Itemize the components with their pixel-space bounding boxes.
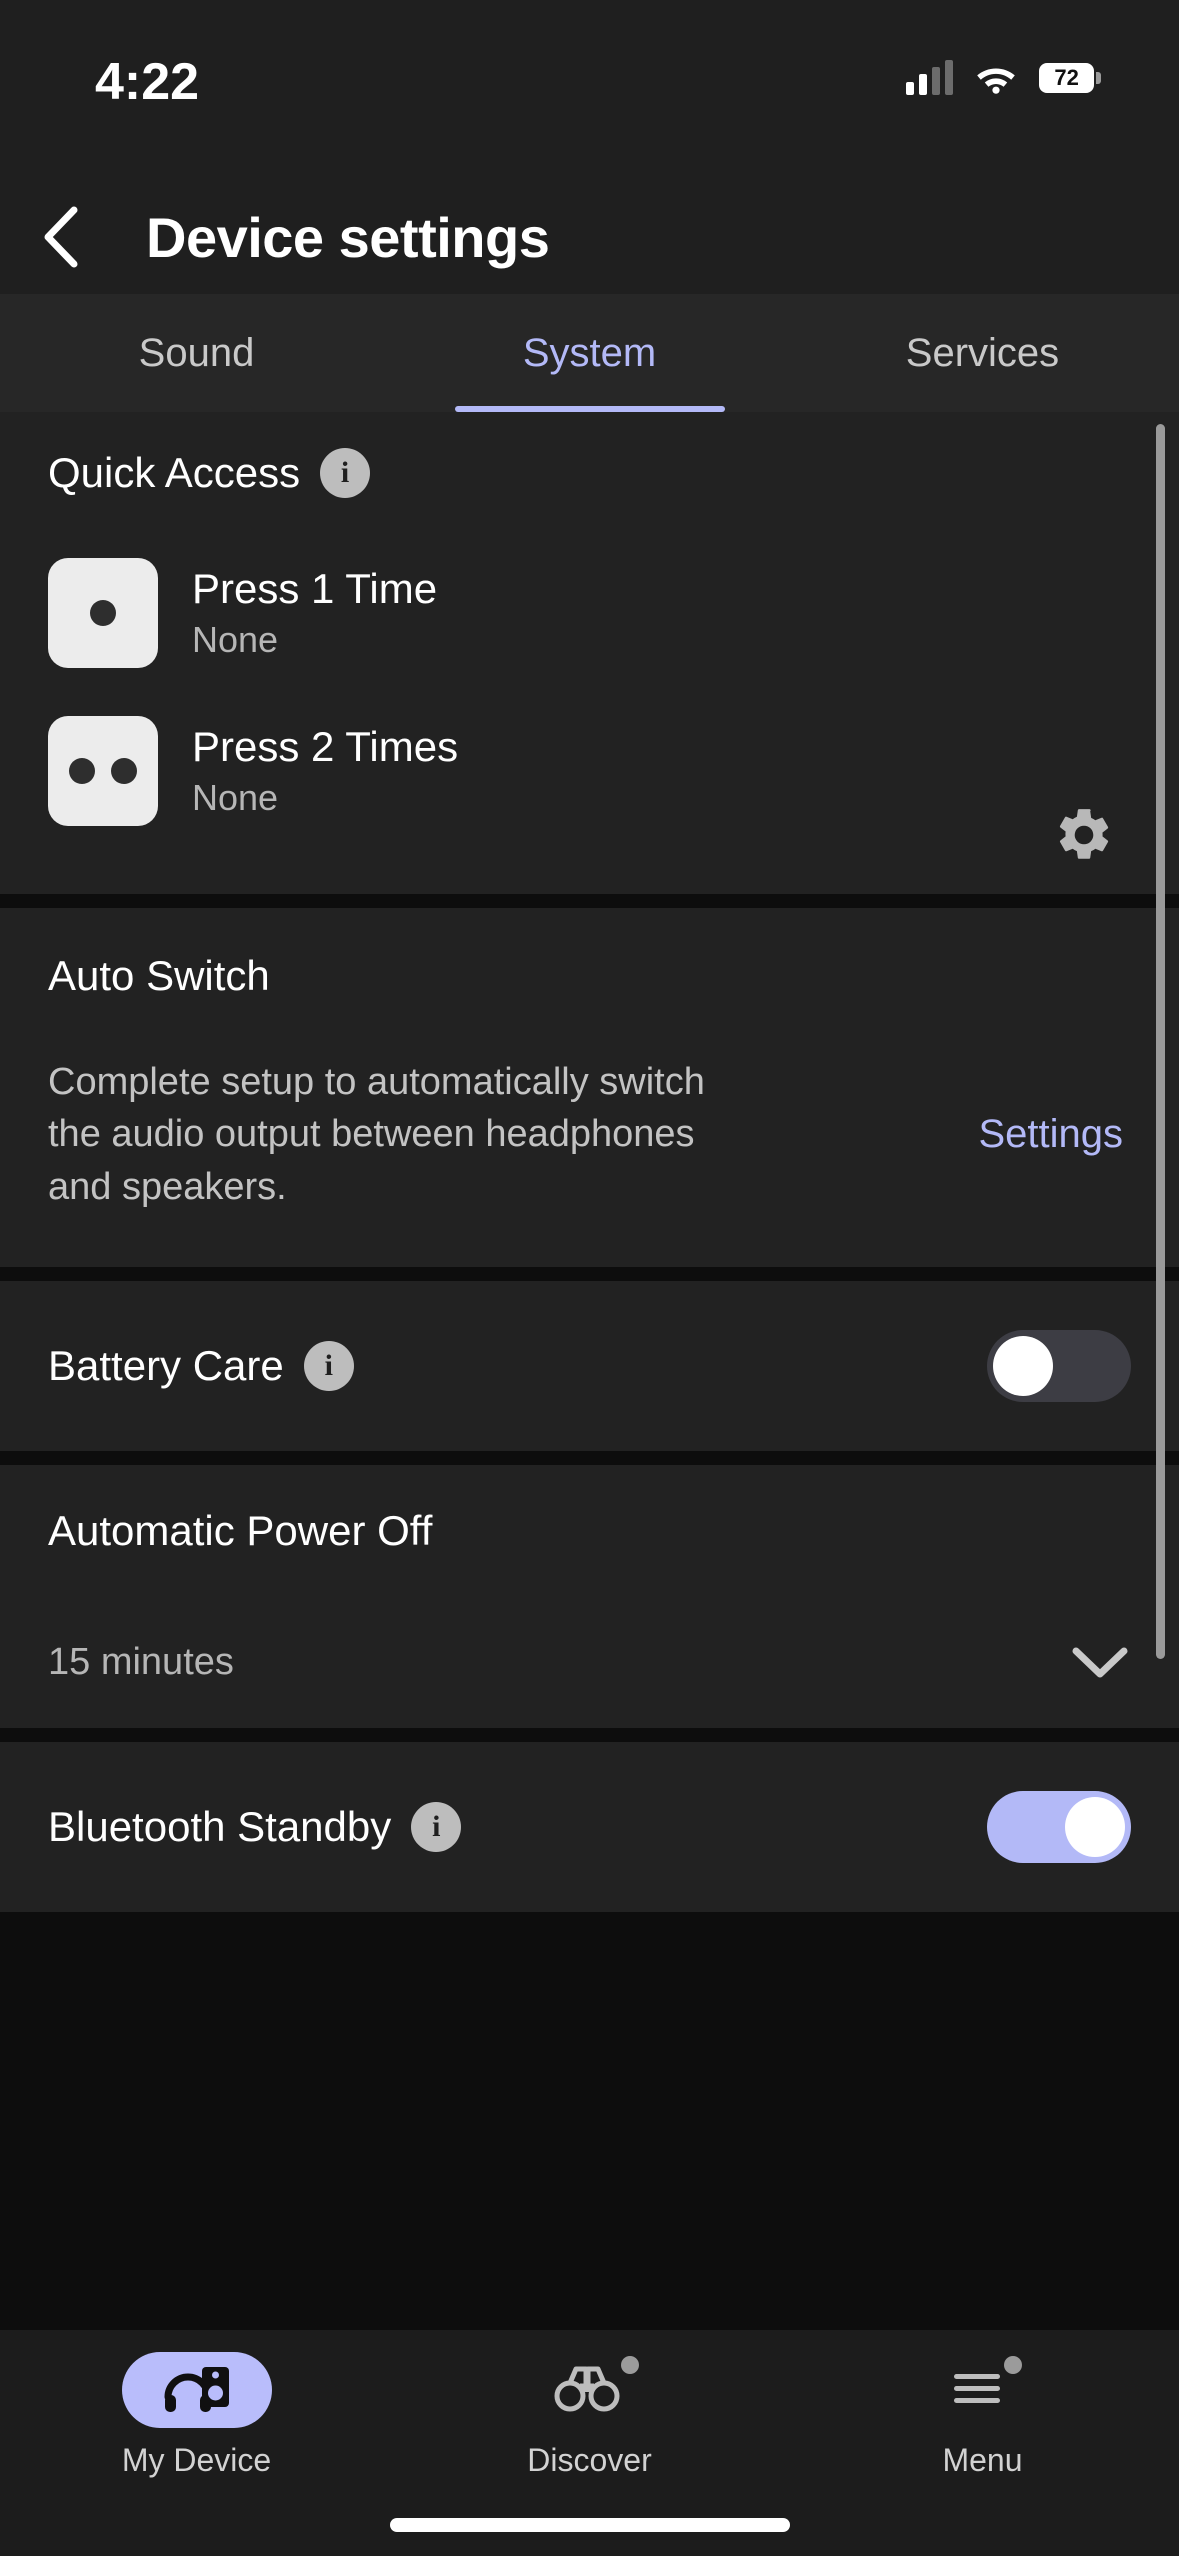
home-indicator (389, 2518, 790, 2532)
one-dot-icon (48, 558, 158, 668)
binoculars-icon (552, 2362, 628, 2419)
navigation-header: Device settings (0, 180, 1179, 294)
status-bar: 4:22 72 (0, 0, 1179, 180)
nav-item-discover[interactable]: Discover (393, 2352, 786, 2479)
section-divider (0, 1267, 1179, 1282)
headphones-speaker-icon (162, 2361, 232, 2420)
chevron-left-icon (44, 206, 78, 268)
automatic-power-off-value: 15 minutes (48, 1641, 234, 1684)
nav-item-discover-label: Discover (527, 2442, 652, 2478)
section-divider (0, 1728, 1179, 1743)
automatic-power-off-dropdown-button[interactable] (1069, 1643, 1131, 1683)
bluetooth-standby-card: Bluetooth Standby i (0, 1742, 1179, 1913)
settings-scroll-area[interactable]: Quick Access i Press 1 Time None Press 2… (0, 412, 1179, 2330)
back-button[interactable] (14, 180, 106, 294)
battery-level-text: 72 (1054, 65, 1079, 90)
nav-item-my-device-label: My Device (121, 2442, 272, 2478)
wifi-icon (975, 62, 1017, 94)
nav-item-my-device[interactable]: My Device (0, 2352, 393, 2479)
gear-icon (1059, 809, 1109, 859)
press-2-label: Press 2 Times (192, 723, 459, 770)
automatic-power-off-title: Automatic Power Off (48, 1507, 433, 1555)
info-icon[interactable]: i (320, 448, 371, 498)
app-screen: 4:22 72 Device settings Sound System Ser… (0, 0, 1179, 2556)
tab-bar: Sound System Services (0, 294, 1179, 412)
tab-services[interactable]: Services (786, 294, 1179, 412)
battery-care-label: Battery Care (48, 1342, 284, 1390)
cellular-signal-icon (906, 60, 953, 95)
two-dots-icon (48, 716, 158, 826)
page-title: Device settings (146, 205, 550, 269)
quick-access-title: Quick Access (48, 449, 301, 496)
section-divider (0, 894, 1179, 908)
hamburger-menu-icon (952, 2366, 1014, 2415)
press-1-label: Press 1 Time (192, 565, 438, 612)
press-2-value: None (192, 777, 279, 818)
tab-system-label: System (522, 330, 657, 375)
tab-sound[interactable]: Sound (0, 294, 393, 412)
quick-access-row-press-2[interactable]: Press 2 Times None (0, 692, 1179, 850)
bluetooth-standby-toggle[interactable] (987, 1791, 1131, 1864)
status-bar-indicators: 72 (906, 52, 1101, 104)
vertical-scrollbar[interactable] (1156, 424, 1165, 1659)
quick-access-settings-button[interactable] (1049, 800, 1119, 870)
nav-item-menu-label: Menu (942, 2442, 1023, 2478)
press-1-value: None (192, 619, 279, 660)
tab-services-label: Services (905, 330, 1060, 375)
section-divider (0, 1451, 1179, 1466)
tab-sound-label: Sound (138, 330, 255, 375)
info-icon[interactable]: i (303, 1341, 354, 1392)
battery-icon: 72 (1039, 61, 1101, 95)
auto-switch-title: Auto Switch (48, 952, 270, 999)
status-bar-time: 4:22 (95, 53, 200, 111)
battery-care-toggle[interactable] (987, 1330, 1131, 1403)
auto-switch-description: Complete setup to automatically switch t… (48, 1061, 705, 1208)
auto-switch-settings-link[interactable]: Settings (978, 1112, 1131, 1157)
quick-access-row-press-1[interactable]: Press 1 Time None (0, 534, 1179, 692)
quick-access-card: Quick Access i Press 1 Time None Press 2… (0, 412, 1179, 894)
auto-switch-card: Auto Switch Complete setup to automatica… (0, 908, 1179, 1268)
tab-system[interactable]: System (393, 294, 786, 412)
nav-item-menu[interactable]: Menu (786, 2352, 1179, 2479)
battery-care-card: Battery Care i (0, 1281, 1179, 1452)
quick-access-header: Quick Access i (0, 448, 1179, 498)
info-icon[interactable]: i (411, 1802, 462, 1853)
automatic-power-off-card[interactable]: Automatic Power Off 15 minutes (0, 1465, 1179, 1729)
chevron-down-icon (1072, 1647, 1128, 1678)
bluetooth-standby-label: Bluetooth Standby (48, 1803, 392, 1851)
